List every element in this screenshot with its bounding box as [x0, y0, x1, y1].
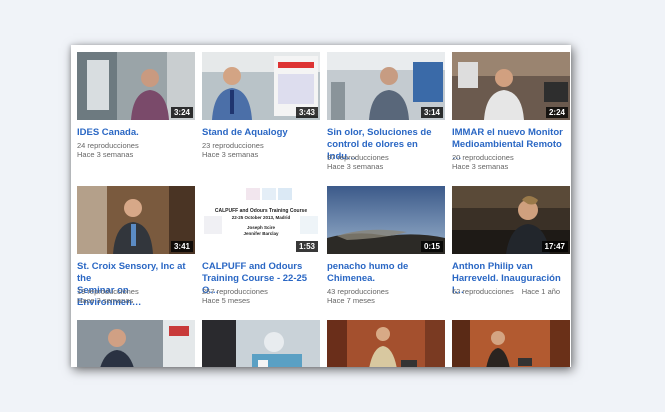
video-thumbnail[interactable]: 0:15	[327, 186, 445, 254]
video-duration: 17:47	[541, 241, 568, 252]
video-views: 62 reproducciones	[452, 287, 514, 296]
video-thumbnail[interactable]	[202, 320, 320, 367]
video-age: Hace 5 meses	[202, 296, 250, 305]
video-duration: 3:24	[170, 107, 193, 118]
video-thumbnail[interactable]	[77, 320, 195, 367]
video-thumbnail[interactable]: CALPUFF and Odours Training Course 22-25…	[202, 186, 320, 254]
video-duration: 1:53	[295, 241, 318, 252]
video-age: Hace 3 semanas	[452, 162, 509, 171]
video-thumbnail[interactable]: 17:47	[452, 186, 570, 254]
video-title[interactable]: Stand de Aqualogy	[202, 127, 320, 139]
video-duration: 3:14	[420, 107, 443, 118]
video-title[interactable]: IDES Canada.	[77, 127, 195, 139]
video-thumbnail[interactable]: 3:14	[327, 52, 445, 120]
thumbnail-course-title: CALPUFF and Odours Training Course	[214, 208, 308, 214]
video-thumbnail[interactable]: 3:43	[202, 52, 320, 120]
thumbnail-course-dates: 22-25 October 2013, Madrid	[231, 215, 291, 220]
video-age: Hace 3 semanas	[77, 296, 134, 305]
thumbnail-speaker-2: Jennifer Barclay	[243, 231, 279, 236]
video-thumbnail[interactable]	[452, 320, 570, 367]
video-duration: 2:24	[545, 107, 568, 118]
video-thumbnail[interactable]: 3:24	[77, 52, 195, 120]
video-title[interactable]: penacho humo de Chimenea.	[327, 261, 445, 285]
video-thumbnail[interactable]	[327, 320, 445, 367]
video-age: Hace 7 meses	[327, 296, 375, 305]
video-thumbnail[interactable]: 3:41	[77, 186, 195, 254]
video-duration: 3:43	[295, 107, 318, 118]
video-age: Hace 3 semanas	[202, 150, 259, 159]
video-duration: 0:15	[420, 241, 443, 252]
video-age: Hace 3 semanas	[327, 162, 384, 171]
video-meta: 62 reproducciones Hace 1 año	[452, 287, 570, 297]
video-age: Hace 3 semanas	[77, 150, 134, 159]
video-grid: 3:24 IDES Canada. 24 reproducciones Hace…	[71, 45, 571, 367]
video-age: Hace 1 año	[521, 287, 561, 296]
video-duration: 3:41	[170, 241, 193, 252]
video-thumbnail[interactable]: 2:24	[452, 52, 570, 120]
